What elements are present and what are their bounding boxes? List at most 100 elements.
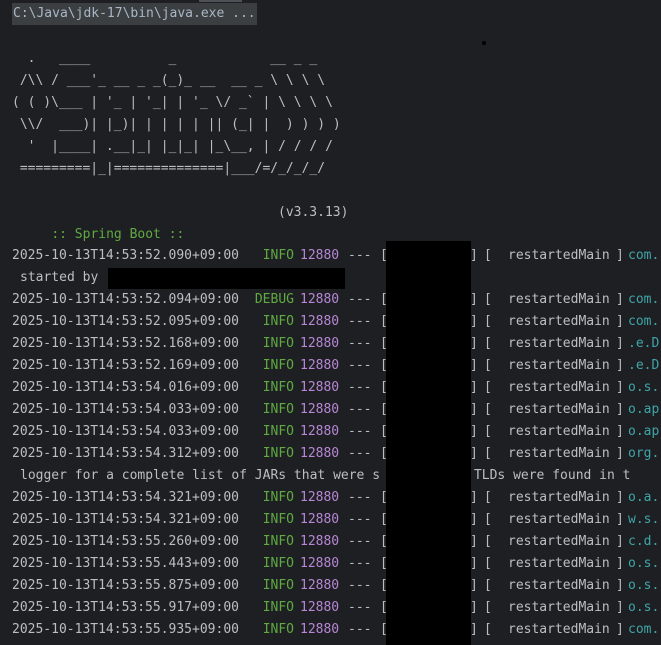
log-separator: --- — [348, 248, 372, 263]
bracket-close: ] — [616, 336, 624, 351]
log-logger: com. — [628, 622, 660, 637]
log-pid: 12880 — [300, 380, 340, 395]
log-timestamp: 2025-10-13T14:53:52.169+09:00 — [12, 358, 239, 373]
log-line: 2025-10-13T14:53:55.935+09:00 INFO 12880 --… — [12, 619, 661, 641]
log-pid: 12880 — [300, 512, 340, 527]
log-level: INFO — [262, 578, 294, 593]
run-console[interactable]: C:\Java\jdk-17\bin\java.exe ... . ____ _… — [0, 0, 661, 645]
bracket-close: ] — [616, 402, 624, 417]
bracket-open: [ — [484, 578, 492, 593]
log-timestamp: 2025-10-13T14:53:52.095+09:00 — [12, 314, 239, 329]
bracket-close: ] — [470, 578, 478, 593]
log-logger: o.ap — [628, 424, 660, 439]
bracket-close: ] — [470, 512, 478, 527]
log-timestamp: 2025-10-13T14:53:54.321+09:00 — [12, 512, 239, 527]
bracket-open: [ — [484, 622, 492, 637]
bracket-open: [ — [484, 446, 492, 461]
bracket-close: ] — [470, 446, 478, 461]
log-line: 2025-10-13T14:53:55.875+09:00 INFO 12880 --… — [12, 575, 661, 597]
log-logger: .e.D — [628, 336, 660, 351]
log-line: 2025-10-13T14:53:54.016+09:00 INFO 12880 --… — [12, 377, 661, 399]
log-line: 2025-10-13T14:53:54.321+09:00 INFO 12880 --… — [12, 487, 661, 509]
log-pid: 12880 — [300, 534, 340, 549]
log-level: INFO — [262, 600, 294, 615]
log-message-text: logger for a complete list of JARs that … — [20, 468, 631, 483]
bracket-close: ] — [470, 534, 478, 549]
log-separator: --- — [348, 534, 372, 549]
log-separator: --- — [348, 446, 372, 461]
spring-boot-version-line: :: Spring Boot :: (v3.3.13) — [20, 202, 348, 242]
redacted-app-name-column — [386, 241, 471, 645]
log-level: INFO — [262, 512, 294, 527]
log-level: INFO — [262, 380, 294, 395]
log-separator: --- — [348, 600, 372, 615]
log-logger: .e.D — [628, 358, 660, 373]
log-line: 2025-10-13T14:53:52.095+09:00 INFO 12880 --… — [12, 311, 661, 333]
log-separator: --- — [348, 336, 372, 351]
bracket-open: [ — [484, 248, 492, 263]
bracket-open: [ — [484, 490, 492, 505]
log-continuation-line: logger for a complete list of JARs that … — [12, 465, 661, 487]
log-pid: 12880 — [300, 490, 340, 505]
bracket-open: [ — [484, 358, 492, 373]
bracket-close: ] — [470, 622, 478, 637]
log-pid: 12880 — [300, 556, 340, 571]
bracket-close: ] — [470, 402, 478, 417]
log-timestamp: 2025-10-13T14:53:54.016+09:00 — [12, 380, 239, 395]
log-pid: 12880 — [300, 292, 340, 307]
log-pid: 12880 — [300, 336, 340, 351]
log-timestamp: 2025-10-13T14:53:55.260+09:00 — [12, 534, 239, 549]
log-pid: 12880 — [300, 424, 340, 439]
log-timestamp: 2025-10-13T14:53:52.094+09:00 — [12, 292, 239, 307]
bracket-close: ] — [616, 424, 624, 439]
log-thread: restartedMain — [508, 490, 610, 505]
bracket-close: ] — [470, 490, 478, 505]
bracket-open: [ — [484, 556, 492, 571]
log-separator: --- — [348, 314, 372, 329]
log-thread: restartedMain — [508, 314, 610, 329]
log-thread: restartedMain — [508, 534, 610, 549]
log-separator: --- — [348, 556, 372, 571]
bracket-close: ] — [470, 292, 478, 307]
log-thread: restartedMain — [508, 556, 610, 571]
log-line: 2025-10-13T14:53:55.443+09:00 INFO 12880 --… — [12, 553, 661, 575]
log-pid: 12880 — [300, 402, 340, 417]
spring-ascii-banner: . ____ _ __ _ _ /\\ / ___'_ __ _ _(_)_ _… — [12, 51, 341, 176]
spring-boot-label: :: Spring Boot :: — [51, 227, 185, 242]
log-level: INFO — [262, 446, 294, 461]
log-output[interactable]: 2025-10-13T14:53:52.090+09:00 INFO 12880 --… — [12, 245, 661, 641]
bracket-close: ] — [616, 380, 624, 395]
log-timestamp: 2025-10-13T14:53:54.033+09:00 — [12, 424, 239, 439]
log-thread: restartedMain — [508, 358, 610, 373]
log-line: 2025-10-13T14:53:54.321+09:00 INFO 12880 --… — [12, 509, 661, 531]
bracket-close: ] — [470, 336, 478, 351]
log-pid: 12880 — [300, 578, 340, 593]
log-thread: restartedMain — [508, 248, 610, 263]
redacted-username — [108, 268, 345, 289]
log-line: 2025-10-13T14:53:52.168+09:00 INFO 12880 --… — [12, 333, 661, 355]
log-thread: restartedMain — [508, 402, 610, 417]
bracket-close: ] — [616, 578, 624, 593]
log-level: INFO — [262, 402, 294, 417]
log-level: DEBUG — [254, 292, 294, 307]
log-pid: 12880 — [300, 446, 340, 461]
log-level: INFO — [262, 534, 294, 549]
spring-boot-version: (v3.3.13) — [278, 205, 349, 220]
log-level: INFO — [262, 622, 294, 637]
log-timestamp: 2025-10-13T14:53:54.033+09:00 — [12, 402, 239, 417]
log-timestamp: 2025-10-13T14:53:54.312+09:00 — [12, 446, 239, 461]
command-line[interactable]: C:\Java\jdk-17\bin\java.exe ... — [12, 3, 257, 25]
bracket-close: ] — [470, 248, 478, 263]
log-logger: com. — [628, 314, 660, 329]
log-thread: restartedMain — [508, 622, 610, 637]
bracket-close: ] — [616, 556, 624, 571]
log-logger: o.s. — [628, 600, 660, 615]
log-thread: restartedMain — [508, 512, 610, 527]
bracket-close: ] — [616, 600, 624, 615]
bracket-close: ] — [470, 556, 478, 571]
log-timestamp: 2025-10-13T14:53:52.090+09:00 — [12, 248, 239, 263]
log-thread: restartedMain — [508, 292, 610, 307]
log-pid: 12880 — [300, 358, 340, 373]
log-level: INFO — [262, 490, 294, 505]
log-logger: o.s. — [628, 380, 660, 395]
